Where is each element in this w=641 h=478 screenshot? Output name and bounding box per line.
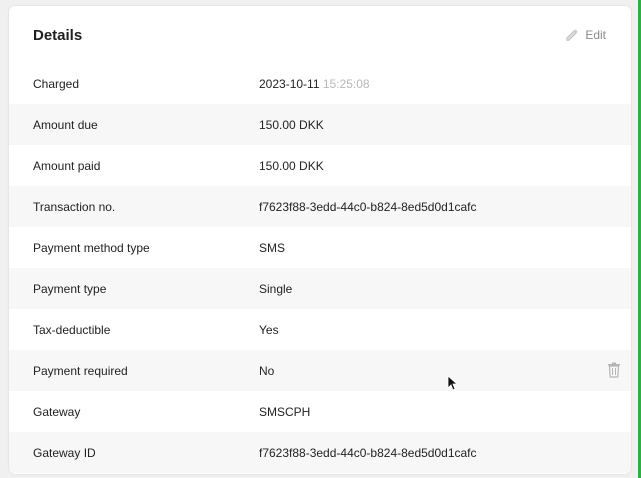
detail-value: 2023-10-11 15:25:08: [259, 77, 370, 91]
edit-button-label: Edit: [585, 28, 606, 42]
detail-value: SMS: [259, 240, 286, 255]
mouse-cursor-icon: [447, 375, 457, 391]
detail-value: f7623f88-3edd-44c0-b824-8ed5d0d1cafc: [259, 445, 477, 460]
detail-row-amount-due: Amount due 150.00 DKK: [9, 104, 631, 145]
detail-label: Amount paid: [33, 158, 101, 173]
details-list: Charged 2023-10-11 15:25:08 Amount due 1…: [9, 63, 631, 473]
detail-row-amount-paid: Amount paid 150.00 DKK: [9, 145, 631, 186]
detail-label: Payment required: [33, 363, 128, 378]
detail-row-payment-required: Payment required No: [9, 350, 631, 391]
details-card: Details Edit Charged 2023-10-11 15:25:08…: [9, 6, 631, 474]
detail-row-transaction-no: Transaction no. f7623f88-3edd-44c0-b824-…: [9, 186, 631, 227]
edit-button[interactable]: Edit: [565, 28, 606, 42]
detail-row-payment-type: Payment type Single: [9, 268, 631, 309]
details-title: Details: [33, 27, 83, 44]
detail-row-payment-method-type: Payment method type SMS: [9, 227, 631, 268]
trash-icon[interactable]: [607, 362, 621, 378]
detail-value: Yes: [259, 322, 279, 337]
charged-time: 15:25:08: [322, 76, 370, 91]
detail-value: SMSCPH: [259, 404, 311, 419]
detail-label: Gateway ID: [33, 445, 96, 460]
detail-label: Gateway: [33, 404, 81, 419]
detail-value: 150.00 DKK: [259, 158, 324, 173]
detail-label: Amount due: [33, 117, 98, 132]
detail-row-charged: Charged 2023-10-11 15:25:08: [9, 63, 631, 104]
detail-label: Payment type: [33, 281, 107, 296]
detail-row-gateway-id: Gateway ID f7623f88-3edd-44c0-b824-8ed5d…: [9, 432, 631, 473]
detail-label: Payment method type: [33, 240, 150, 255]
detail-value: 150.00 DKK: [259, 117, 324, 132]
charged-date: 2023-10-11: [259, 76, 320, 91]
detail-value: f7623f88-3edd-44c0-b824-8ed5d0d1cafc: [259, 199, 477, 214]
detail-row-gateway: Gateway SMSCPH: [9, 391, 631, 432]
pencil-icon: [566, 29, 578, 41]
details-header: Details Edit: [9, 6, 631, 66]
detail-label: Transaction no.: [33, 199, 116, 214]
detail-row-tax-deductible: Tax-deductible Yes: [9, 309, 631, 350]
detail-value: Single: [259, 281, 293, 296]
detail-label: Tax-deductible: [33, 322, 111, 337]
detail-label: Charged: [33, 76, 80, 91]
detail-value: No: [259, 363, 275, 378]
